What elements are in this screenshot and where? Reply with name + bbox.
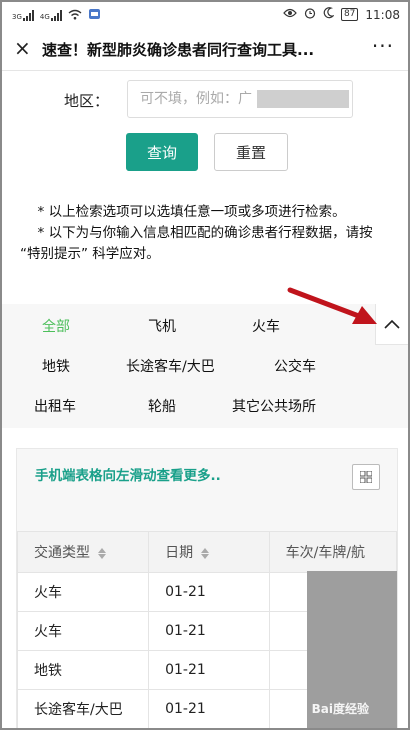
grid-view-button[interactable] <box>352 464 380 490</box>
category-bus[interactable]: 公交车 <box>274 356 316 376</box>
cell-date: 01-21 <box>148 650 270 690</box>
moon-icon <box>323 7 335 22</box>
chevron-up-icon <box>384 319 400 329</box>
category-other-public[interactable]: 其它公共场所 <box>232 396 316 416</box>
eye-icon <box>283 8 297 21</box>
page-title: 速查！新型肺炎确诊患者同行查询工具... <box>42 41 315 59</box>
annotation-arrow-icon <box>287 287 377 324</box>
category-coach[interactable]: 长途客车/大巴 <box>126 356 215 376</box>
category-plane[interactable]: 飞机 <box>148 316 176 336</box>
query-button[interactable]: 查询 <box>126 133 198 171</box>
grid-icon <box>360 471 372 483</box>
clock-time: 11:08 <box>365 7 400 22</box>
signal-4g-icon: 4G <box>40 10 62 21</box>
cell-type: 火车 <box>17 572 150 612</box>
category-ship[interactable]: 轮船 <box>148 396 176 416</box>
cell-type: 长途客车/大巴 <box>17 689 150 728</box>
category-all[interactable]: 全部 <box>42 316 70 336</box>
phone-screen: 3G 4G 87 11:08 × 速查！新型肺炎确诊患者同行查询工具... ·· <box>0 0 410 730</box>
results-card: 手机端表格向左滑动查看更多.. 交通类型 日期 车次/车牌/航 火车 01-21 … <box>16 448 398 728</box>
region-label: 地区： <box>64 92 110 110</box>
signal-3g-icon: 3G <box>12 10 34 21</box>
status-bar: 3G 4G 87 11:08 <box>2 2 408 28</box>
watermark: Bai度经验 <box>311 702 369 716</box>
cell-date: 01-21 <box>148 689 270 728</box>
reset-button[interactable]: 重置 <box>214 133 288 171</box>
scroll-hint: 手机端表格向左滑动查看更多.. <box>35 468 221 484</box>
category-taxi[interactable]: 出租车 <box>34 396 76 416</box>
battery-icon: 87 <box>340 8 359 21</box>
cell-type: 地铁 <box>17 650 150 690</box>
more-menu-icon[interactable]: ··· <box>372 34 394 58</box>
wifi-icon <box>68 9 82 23</box>
close-icon[interactable]: × <box>14 36 31 60</box>
note-line: * 以上检索选项可以选填任意一项或多项进行检索。 <box>37 204 346 220</box>
cell-date: 01-21 <box>148 611 270 651</box>
column-header-date[interactable]: 日期 <box>148 531 270 573</box>
cell-date: 01-21 <box>148 572 270 612</box>
notes: * 以上检索选项可以选填任意一项或多项进行检索。 * 以下为与你输入信息相匹配的… <box>20 202 388 265</box>
sort-icon[interactable] <box>98 547 106 560</box>
category-subway[interactable]: 地铁 <box>42 356 70 376</box>
title-bar: × 速查！新型肺炎确诊患者同行查询工具... ··· <box>2 28 408 71</box>
cell-type: 火车 <box>17 611 150 651</box>
column-header-number[interactable]: 车次/车牌/航 <box>268 531 397 573</box>
note-line: * 以下为与你输入信息相匹配的确诊患者行程数据，请按 “特别提示” 科学应对。 <box>20 225 373 262</box>
blurred-redaction <box>257 90 349 108</box>
column-header-type[interactable]: 交通类型 <box>17 531 150 573</box>
sort-icon[interactable] <box>201 547 210 560</box>
alarm-icon <box>304 7 316 22</box>
category-train[interactable]: 火车 <box>252 316 280 336</box>
table-header-row: 交通类型 日期 车次/车牌/航 <box>17 531 397 573</box>
app-notification-icon <box>88 8 101 23</box>
card-header: 手机端表格向左滑动查看更多.. <box>17 449 397 531</box>
